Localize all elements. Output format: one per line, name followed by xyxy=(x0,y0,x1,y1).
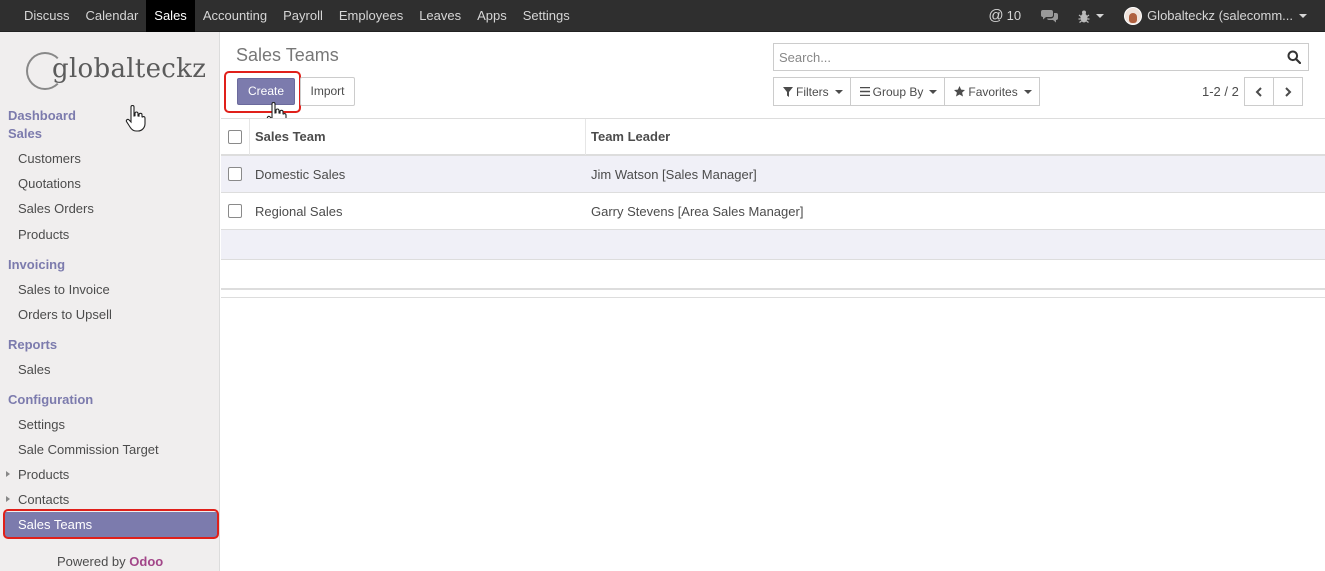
sidebar-item-sales-orders[interactable]: Sales Orders xyxy=(18,201,94,216)
menu-discuss[interactable]: Discuss xyxy=(16,0,78,32)
company-logo[interactable]: globalteckz xyxy=(26,48,206,90)
sidebar-item-quotations[interactable]: Quotations xyxy=(18,176,81,191)
sidebar-section-sales[interactable]: Sales xyxy=(8,126,42,141)
menu-payroll[interactable]: Payroll xyxy=(275,0,331,32)
star-icon xyxy=(954,86,966,97)
cell-sales-team: Domestic Sales xyxy=(255,167,346,182)
expand-caret-icon[interactable] xyxy=(6,496,10,502)
pager-value[interactable]: 1-2 / 2 xyxy=(1202,84,1239,99)
menu-employees[interactable]: Employees xyxy=(331,0,411,32)
menu-accounting[interactable]: Accounting xyxy=(195,0,275,32)
sidebar-item-sales-teams[interactable]: Sales Teams xyxy=(5,512,217,537)
menu-apps[interactable]: Apps xyxy=(469,0,515,32)
select-all-checkbox[interactable] xyxy=(228,130,242,144)
import-button[interactable]: Import xyxy=(300,77,355,106)
chevron-right-icon xyxy=(1285,86,1292,97)
sidebar-item-contacts[interactable]: Contacts xyxy=(18,492,69,507)
chevron-down-icon xyxy=(834,89,843,94)
sidebar-item-dashboard[interactable]: Dashboard xyxy=(8,108,76,123)
column-header-team-leader[interactable]: Team Leader xyxy=(591,119,670,155)
menu-settings[interactable]: Settings xyxy=(515,0,578,32)
avatar xyxy=(1124,7,1143,25)
list-icon xyxy=(859,87,870,96)
cell-sales-team: Regional Sales xyxy=(255,204,343,219)
sidebar-item-reports-sales[interactable]: Sales xyxy=(18,362,51,377)
sales-teams-table: Sales Team Team Leader Domestic Sales Ji… xyxy=(221,118,1325,298)
row-checkbox[interactable] xyxy=(228,167,242,181)
table-row[interactable]: Regional Sales Garry Stevens [Area Sales… xyxy=(221,193,1325,230)
favorites-dropdown[interactable]: Favorites xyxy=(944,77,1040,106)
column-header-sales-team[interactable]: Sales Team xyxy=(255,119,326,155)
filters-dropdown[interactable]: Filters xyxy=(773,77,851,106)
table-header: Sales Team Team Leader xyxy=(221,118,1325,156)
sidebar-item-sale-commission-target[interactable]: Sale Commission Target xyxy=(18,442,159,457)
chevron-down-icon xyxy=(929,89,938,94)
top-navbar: Discuss Calendar Sales Accounting Payrol… xyxy=(0,0,1325,32)
pager-previous-button[interactable] xyxy=(1244,77,1274,106)
debug-menu-button[interactable] xyxy=(1068,10,1114,23)
mentions-button[interactable]: @ 10 xyxy=(978,0,1031,32)
powered-by: Powered by Odoo xyxy=(57,554,164,569)
bug-icon xyxy=(1078,10,1090,23)
group-by-dropdown[interactable]: Group By xyxy=(849,77,946,106)
table-row[interactable]: Domestic Sales Jim Watson [Sales Manager… xyxy=(221,156,1325,193)
sidebar-item-settings[interactable]: Settings xyxy=(18,417,65,432)
row-checkbox[interactable] xyxy=(228,204,242,218)
chevron-down-icon xyxy=(1299,14,1307,18)
chevron-left-icon xyxy=(1255,86,1262,97)
app-menu: Discuss Calendar Sales Accounting Payrol… xyxy=(16,0,578,32)
sidebar-item-orders-to-upsell[interactable]: Orders to Upsell xyxy=(18,307,112,322)
cell-team-leader: Jim Watson [Sales Manager] xyxy=(591,167,757,182)
menu-calendar[interactable]: Calendar xyxy=(78,0,147,32)
sidebar-section-invoicing[interactable]: Invoicing xyxy=(8,257,65,272)
page-title: Sales Teams xyxy=(236,45,339,65)
sidebar-item-products[interactable]: Products xyxy=(18,227,69,242)
filter-icon xyxy=(783,86,793,97)
menu-leaves[interactable]: Leaves xyxy=(411,0,469,32)
sidebar-section-configuration[interactable]: Configuration xyxy=(8,392,93,407)
search-icon[interactable] xyxy=(1287,50,1301,64)
user-menu[interactable]: Globalteckz (salecomm... xyxy=(1114,0,1317,32)
search-options: Filters Group By Favorites xyxy=(773,77,1040,106)
sidebar-item-config-products[interactable]: Products xyxy=(18,467,69,482)
odoo-link[interactable]: Odoo xyxy=(129,554,163,569)
sidebar-item-customers[interactable]: Customers xyxy=(18,151,81,166)
at-icon: @ xyxy=(988,7,1004,24)
pager-next-button[interactable] xyxy=(1273,77,1303,106)
menu-sales[interactable]: Sales xyxy=(146,0,195,32)
sidebar-item-sales-to-invoice[interactable]: Sales to Invoice xyxy=(18,282,110,297)
empty-row xyxy=(221,230,1325,260)
expand-caret-icon[interactable] xyxy=(6,471,10,477)
chevron-down-icon xyxy=(1023,89,1032,94)
user-name: Globalteckz (salecomm... xyxy=(1147,8,1293,23)
table-footer xyxy=(221,260,1325,298)
notifications-count: 10 xyxy=(1006,8,1022,23)
search-box xyxy=(773,43,1309,71)
chevron-down-icon xyxy=(1096,14,1105,18)
cell-team-leader: Garry Stevens [Area Sales Manager] xyxy=(591,204,804,219)
search-input[interactable] xyxy=(774,44,1274,70)
chat-bubbles-icon xyxy=(1041,10,1059,23)
hand-cursor-icon xyxy=(125,105,146,132)
sidebar: globalteckz Dashboard Sales Customers Qu… xyxy=(0,32,220,571)
sidebar-section-reports[interactable]: Reports xyxy=(8,337,57,352)
messages-button[interactable] xyxy=(1031,9,1068,23)
create-button[interactable]: Create xyxy=(237,78,295,105)
systray: @ 10 Globalteckz (salecomm... xyxy=(978,0,1317,32)
